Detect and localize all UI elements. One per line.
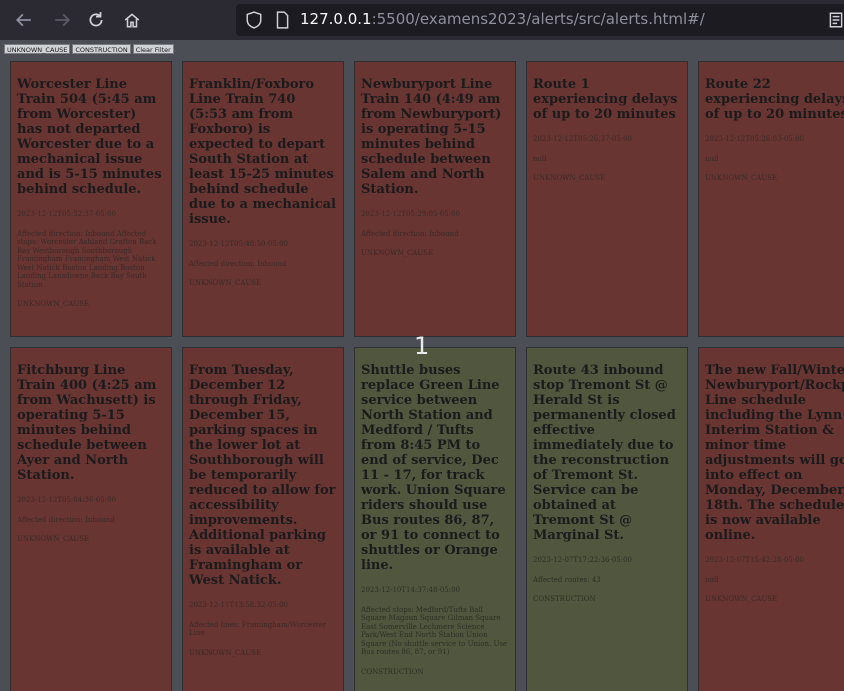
overlay-number: 1 xyxy=(414,332,430,360)
alert-card[interactable]: Shuttle buses replace Green Line service… xyxy=(354,347,516,691)
alert-card[interactable]: The new Fall/Winter Newburyport/Rockport… xyxy=(698,347,844,691)
alert-date: 2023-12-11T13:58:32-05:00 xyxy=(189,601,289,609)
alert-header: Newburyport Line Train 140 (4:49 am from… xyxy=(361,77,502,197)
alert-date: 2023-12-12T05:26:37-05:00 xyxy=(533,135,633,143)
alert-header: Worcester Line Train 504 (5:45 am from W… xyxy=(17,77,162,197)
page-icon[interactable] xyxy=(270,8,294,32)
alert-cause: UNKNOWN_CAUSE xyxy=(189,648,262,657)
alert-date: 2023-12-12T05:52:37-05:00 xyxy=(17,210,117,218)
reader-view-icon[interactable] xyxy=(824,8,844,32)
clear-filter-button[interactable]: Clear Filter xyxy=(132,44,174,54)
alert-cause: UNKNOWN_CAUSE xyxy=(17,300,90,308)
forward-arrow-icon[interactable] xyxy=(50,8,74,32)
alert-detail: null xyxy=(705,154,719,163)
alert-header: Route 1 experiencing delays of up to 20 … xyxy=(533,77,678,122)
alert-cause: CONSTRUCTION xyxy=(361,667,424,676)
alert-cause: UNKNOWN_CAUSE xyxy=(189,279,262,287)
url-text[interactable]: 127.0.0.1:5500/examens2023/alerts/src/al… xyxy=(300,10,705,28)
alert-detail: null xyxy=(533,154,547,163)
alert-cause: UNKNOWN_CAUSE xyxy=(17,535,90,543)
alert-date: 2023-12-12T05:04:36-05:00 xyxy=(17,496,117,504)
alert-date: 2023-12-12T05:29:05-05:00 xyxy=(361,210,461,218)
alert-cause: UNKNOWN_CAUSE xyxy=(705,174,778,182)
alert-card[interactable]: Franklin/Foxboro Line Train 740 (5:53 am… xyxy=(182,61,344,337)
alert-date: 2023-12-12T05:26:03-05:00 xyxy=(705,135,805,143)
alert-detail: null xyxy=(705,575,719,584)
alert-card[interactable]: Worcester Line Train 504 (5:45 am from W… xyxy=(10,61,172,337)
filter-unknown-cause-button[interactable]: UNKNOWN_CAUSE xyxy=(4,44,71,54)
alert-detail: Affected lines: Framingham/Worcester Lin… xyxy=(189,620,327,638)
alert-card[interactable]: Route 1 experiencing delays of up to 20 … xyxy=(526,61,688,337)
alert-detail: Affected direction: Inbound xyxy=(189,259,287,268)
url-host: 127.0.0.1 xyxy=(300,10,372,28)
alert-cause: CONSTRUCTION xyxy=(533,595,596,603)
alert-detail: Affected direction: Inbound xyxy=(361,229,459,238)
alert-header: Route 22 experiencing delays of up to 20… xyxy=(705,77,844,122)
alert-date: 2023-12-10T14:37:48-05:00 xyxy=(361,586,461,594)
alert-header: Fitchburg Line Train 400 (4:25 am from W… xyxy=(17,363,157,483)
reload-icon[interactable] xyxy=(84,8,108,32)
browser-toolbar: 127.0.0.1:5500/examens2023/alerts/src/al… xyxy=(0,0,844,40)
alert-cause: UNKNOWN_CAUSE xyxy=(705,595,778,603)
alert-header: Route 43 inbound stop Tremont St @ Heral… xyxy=(533,363,676,543)
filter-bar: UNKNOWN_CAUSE CONSTRUCTION Clear Filter xyxy=(4,44,174,56)
alert-card[interactable]: Newburyport Line Train 140 (4:49 am from… xyxy=(354,61,516,337)
shield-icon[interactable] xyxy=(242,8,266,32)
filter-construction-button[interactable]: CONSTRUCTION xyxy=(72,44,131,54)
alert-detail: Affected stops: Medford/Tufts Ball Squar… xyxy=(361,605,508,657)
url-path: :5500/examens2023/alerts/src/alerts.html… xyxy=(371,10,705,28)
alert-header: Franklin/Foxboro Line Train 740 (5:53 am… xyxy=(189,77,336,227)
alert-header: Shuttle buses replace Green Line service… xyxy=(361,363,506,573)
alert-cause: UNKNOWN_CAUSE xyxy=(361,249,434,257)
alert-date: 2023-12-07T15:42:28-05:00 xyxy=(705,556,805,564)
alert-cause: UNKNOWN_CAUSE xyxy=(533,174,606,182)
alert-card[interactable]: From Tuesday, December 12 through Friday… xyxy=(182,347,344,691)
alert-detail: Affected direction: Inbound xyxy=(17,515,115,524)
alert-header: The new Fall/Winter Newburyport/Rockport… xyxy=(705,363,844,543)
alert-date: 2023-12-12T05:48:50-05:00 xyxy=(189,240,289,248)
alert-card[interactable]: Fitchburg Line Train 400 (4:25 am from W… xyxy=(10,347,172,691)
back-arrow-icon[interactable] xyxy=(12,8,36,32)
alert-detail: Affected direction: Inbound Affected sto… xyxy=(17,229,157,289)
alert-detail: Affected routes: 43 xyxy=(533,575,601,584)
alert-date: 2023-12-07T17:22:36-05:00 xyxy=(533,556,633,564)
alert-card[interactable]: Route 22 experiencing delays of up to 20… xyxy=(698,61,844,337)
alert-header: From Tuesday, December 12 through Friday… xyxy=(189,363,336,588)
home-icon[interactable] xyxy=(120,8,144,32)
alert-card[interactable]: Route 43 inbound stop Tremont St @ Heral… xyxy=(526,347,688,691)
